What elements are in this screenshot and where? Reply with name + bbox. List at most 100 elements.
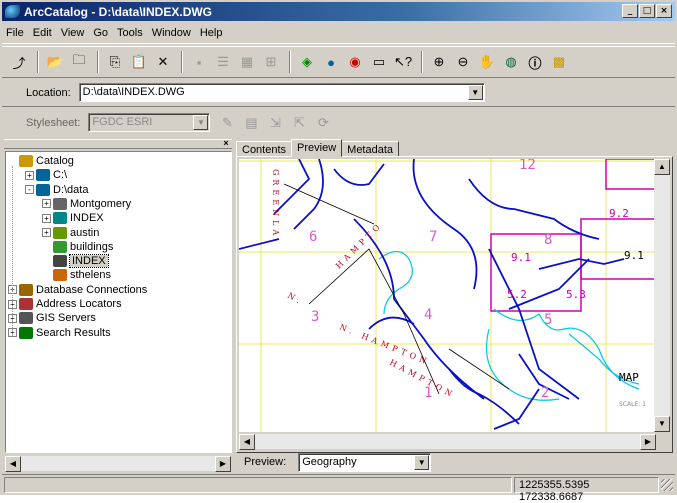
preview-type-value: Geography xyxy=(302,455,357,468)
tree-horizontal-scrollbar[interactable]: ◀ ▶ xyxy=(5,455,231,472)
close-pane-icon[interactable]: × xyxy=(220,139,232,149)
tree-item-label: INDEX xyxy=(70,212,104,225)
zoom-out-icon[interactable]: ⊖ xyxy=(452,51,474,73)
grid-label: 5.2 xyxy=(507,288,527,301)
folder-connection-icon xyxy=(36,183,50,196)
metadata-icon[interactable]: ● xyxy=(320,51,342,73)
tree-item[interactable]: + INDEX xyxy=(42,211,104,225)
paste-icon[interactable]: 📋 xyxy=(128,51,150,73)
disconnect-folder-icon[interactable]: 🗀 xyxy=(68,51,90,73)
copy-icon[interactable]: ⎘ xyxy=(104,51,126,73)
tree-item-label: GIS Servers xyxy=(36,312,96,325)
menu-help[interactable]: Help xyxy=(200,27,223,39)
street-label: GREENLA xyxy=(271,169,280,239)
menu-file[interactable]: File xyxy=(6,27,24,39)
location-bar: Location: D:\data\INDEX.DWG ▼ xyxy=(2,79,675,107)
map-scale-text: SCALE: 1 xyxy=(619,401,646,408)
tree-item[interactable]: sthelens xyxy=(42,268,111,282)
scroll-right-icon[interactable]: ▶ xyxy=(215,456,231,472)
street-label: N. xyxy=(286,291,305,307)
edit-metadata-icon[interactable]: ✎ xyxy=(216,112,238,134)
tab-metadata[interactable]: Metadata xyxy=(341,141,400,157)
launch-arcmap-icon[interactable]: ◈ xyxy=(296,51,318,73)
minimize-button[interactable]: _ xyxy=(622,4,638,18)
tree-item-label: D:\data xyxy=(53,183,89,196)
tree-item[interactable]: + Address Locators xyxy=(8,297,122,311)
details-icon[interactable]: ▦ xyxy=(236,51,258,73)
menu-view[interactable]: View xyxy=(61,27,85,39)
tree-item[interactable]: - D:\data xyxy=(25,183,88,197)
search-icon[interactable]: ◉ xyxy=(344,51,366,73)
tree-item-label: C:\ xyxy=(53,169,68,182)
tree-item[interactable]: INDEX xyxy=(42,254,109,269)
grid-label: 2 xyxy=(541,385,549,401)
metadata-properties-icon[interactable]: ▤ xyxy=(240,112,262,134)
scroll-down-icon[interactable]: ▼ xyxy=(654,416,670,432)
create-thumbnail-icon[interactable]: ▩ xyxy=(548,51,570,73)
expand-icon[interactable]: + xyxy=(25,170,34,180)
menu-tools[interactable]: Tools xyxy=(117,27,143,39)
tree-item-label: Address Locators xyxy=(36,298,122,310)
resize-grip[interactable] xyxy=(661,479,673,491)
expand-icon[interactable]: + xyxy=(42,213,51,223)
toolbar-separator xyxy=(181,51,183,73)
up-one-level-icon[interactable]: ⤴ xyxy=(8,51,30,73)
stylesheet-select[interactable]: FGDC ESRI ▼ xyxy=(88,113,211,132)
preview-type-select[interactable]: Geography ▼ xyxy=(298,452,432,472)
scroll-left-icon[interactable]: ◀ xyxy=(239,434,255,450)
grid-label: 9.2 xyxy=(609,207,629,220)
chevron-down-icon[interactable]: ▼ xyxy=(414,454,430,470)
location-value: D:\data\INDEX.DWG xyxy=(82,86,185,98)
whats-this-icon[interactable]: ↖? xyxy=(392,51,414,73)
scroll-left-icon[interactable]: ◀ xyxy=(5,456,21,472)
tree-item[interactable]: + Search Results xyxy=(8,326,111,340)
toolbar-separator xyxy=(37,51,39,73)
title-bar[interactable]: ArcCatalog - D:\data\INDEX.DWG _ □ × xyxy=(2,2,675,21)
menu-window[interactable]: Window xyxy=(152,27,191,39)
arctoolbox-icon[interactable]: ▭ xyxy=(368,51,390,73)
tree-item[interactable]: + austin xyxy=(42,226,99,240)
create-update-metadata-icon[interactable]: ⟳ xyxy=(312,112,334,134)
scroll-right-icon[interactable]: ▶ xyxy=(640,434,656,450)
map-preview-canvas[interactable]: 12 6 7 8 9.1 9.2 4 3 5 5.2 5.3 1 2 9.1 G… xyxy=(239,159,656,432)
thumbnails-icon[interactable]: ⊞ xyxy=(260,51,282,73)
chevron-down-icon[interactable]: ▼ xyxy=(467,85,483,100)
scroll-up-icon[interactable]: ▲ xyxy=(654,159,670,175)
menu-go[interactable]: Go xyxy=(93,27,108,39)
close-button[interactable]: × xyxy=(656,4,672,18)
expand-icon[interactable]: + xyxy=(42,228,51,237)
export-metadata-icon[interactable]: ⇱ xyxy=(288,112,310,134)
location-input[interactable]: D:\data\INDEX.DWG ▼ xyxy=(78,83,485,102)
grid-label: 9.1 xyxy=(624,249,644,262)
delete-icon[interactable]: ✕ xyxy=(152,51,174,73)
tree-item[interactable]: + Montgomery xyxy=(42,197,131,211)
identify-icon[interactable]: ⓘ xyxy=(524,51,546,73)
chevron-down-icon[interactable]: ▼ xyxy=(193,115,209,130)
full-extent-icon[interactable]: ◍ xyxy=(500,51,522,73)
tree-item[interactable]: + Database Connections xyxy=(8,283,147,297)
tree-item[interactable]: Catalog xyxy=(8,154,74,168)
tree-item-label: Montgomery xyxy=(70,197,132,210)
pane-grip[interactable]: × xyxy=(4,139,232,149)
tab-contents[interactable]: Contents xyxy=(236,141,293,157)
expand-icon[interactable]: + xyxy=(42,199,51,209)
maximize-button[interactable]: □ xyxy=(639,4,655,18)
tab-preview[interactable]: Preview xyxy=(291,139,343,157)
preview-horizontal-scrollbar[interactable]: ◀ ▶ xyxy=(239,433,656,450)
menu-edit[interactable]: Edit xyxy=(33,27,52,39)
list-icon[interactable]: ☰ xyxy=(212,51,234,73)
grid-label: 6 xyxy=(309,229,317,245)
shapefile-icon xyxy=(53,240,67,253)
pan-icon[interactable]: ✋ xyxy=(476,51,498,73)
preview-vertical-scrollbar[interactable]: ▲ ▼ xyxy=(654,159,670,432)
status-bar: 1225355.5395 172338.6687 xyxy=(2,474,675,503)
grid-label: 7 xyxy=(429,229,437,245)
large-icons-icon[interactable]: ▪ xyxy=(188,51,210,73)
tree-item[interactable]: + C:\ xyxy=(25,168,67,182)
tree-item[interactable]: buildings xyxy=(42,240,113,254)
collapse-icon[interactable]: - xyxy=(25,185,34,195)
connect-folder-icon[interactable]: 📂 xyxy=(44,51,66,73)
tree-item[interactable]: + GIS Servers xyxy=(8,311,96,325)
zoom-in-icon[interactable]: ⊕ xyxy=(428,51,450,73)
import-metadata-icon[interactable]: ⇲ xyxy=(264,112,286,134)
